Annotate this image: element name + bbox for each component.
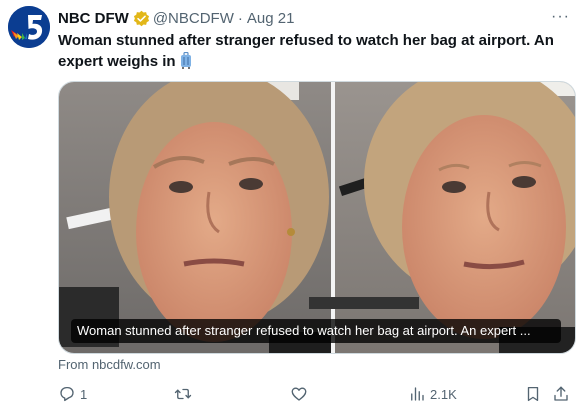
video-caption: Woman stunned after stranger refused to … <box>71 319 561 343</box>
link-source[interactable]: From nbcdfw.com <box>58 357 161 372</box>
nbc5-logo-icon <box>8 6 50 48</box>
tweet-date[interactable]: Aug 21 <box>247 10 295 27</box>
reply-count: 1 <box>80 386 88 402</box>
video-thumbnail <box>59 82 575 353</box>
views-bar-chart-icon <box>411 387 424 401</box>
tweet-header: NBC DFW @NBCDFW · Aug 21 ··· <box>58 8 570 28</box>
views-button[interactable]: 2.1K <box>408 385 457 403</box>
action-bar: 1 2.1K <box>58 385 568 407</box>
retweet-icon <box>174 388 192 400</box>
separator-dot: · <box>237 9 243 27</box>
views-count: 2.1K <box>430 386 457 402</box>
tweet-text: Woman stunned after stranger refused to … <box>58 30 566 72</box>
more-options-icon[interactable]: ··· <box>551 8 570 26</box>
media-card[interactable]: Woman stunned after stranger refused to … <box>58 81 576 354</box>
bookmark-button[interactable] <box>524 385 542 403</box>
reply-button[interactable]: 1 <box>58 385 87 403</box>
avatar[interactable] <box>8 6 50 48</box>
like-button[interactable] <box>290 385 312 403</box>
luggage-icon <box>180 52 191 69</box>
handle[interactable]: @NBCDFW <box>153 10 234 27</box>
display-name[interactable]: NBC DFW <box>58 10 129 27</box>
reply-icon <box>60 386 74 402</box>
share-icon <box>554 386 568 401</box>
share-button[interactable] <box>552 385 570 403</box>
heart-icon <box>291 387 307 401</box>
tweet-text-content: Woman stunned after stranger refused to … <box>58 32 554 70</box>
bookmark-icon <box>527 386 539 402</box>
retweet-button[interactable] <box>174 385 196 403</box>
verified-badge-icon[interactable] <box>133 10 150 27</box>
